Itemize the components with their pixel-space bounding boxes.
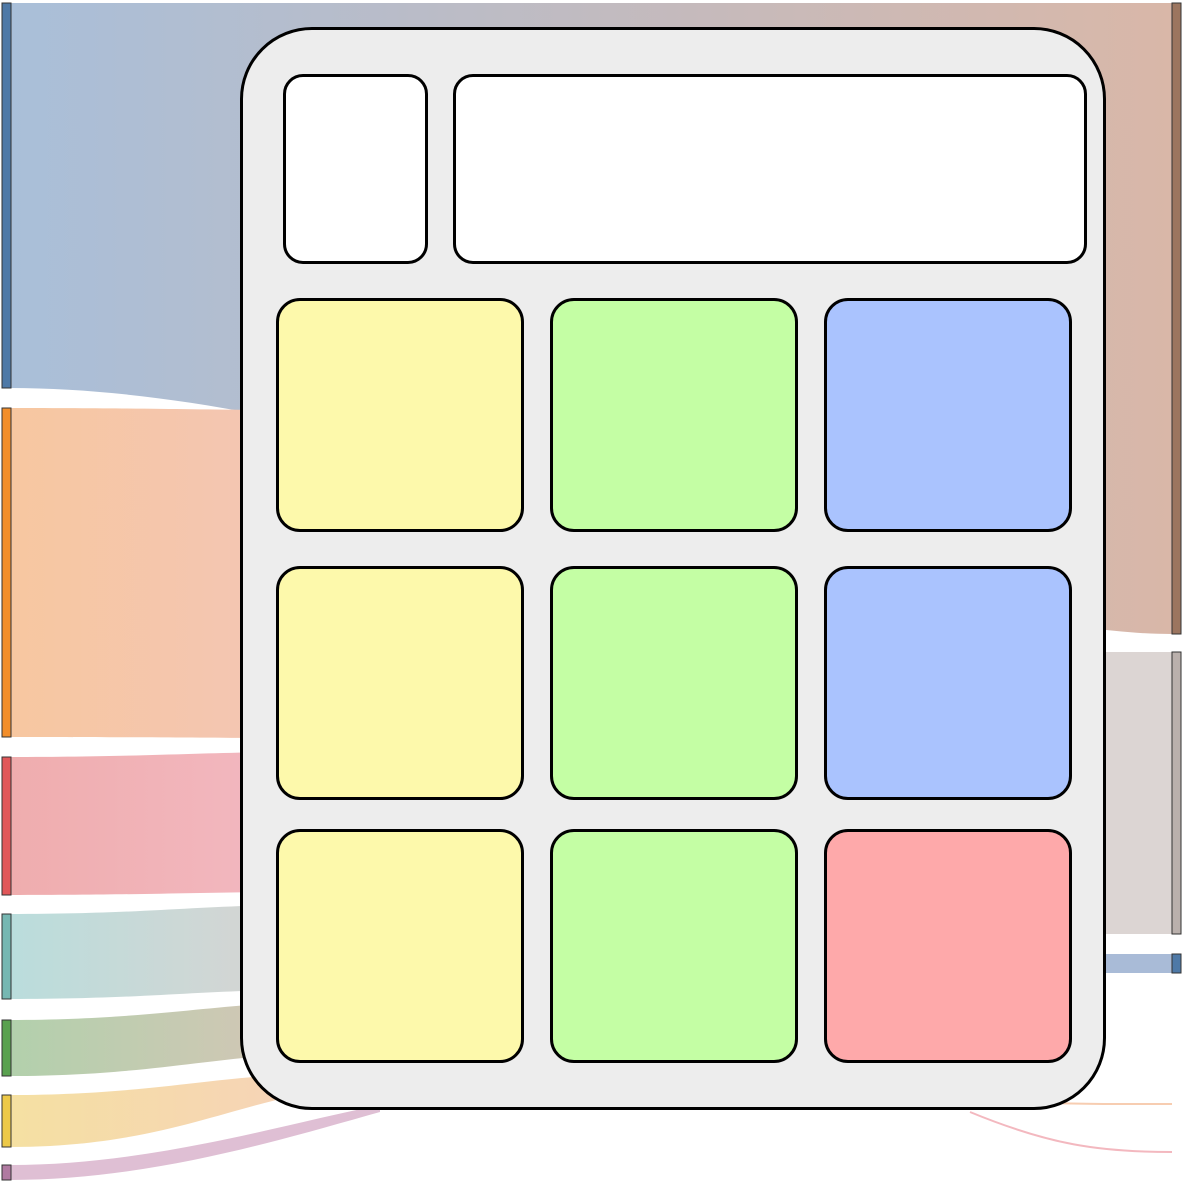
target-node-2 (1171, 651, 1182, 935)
flow-8 (1100, 652, 1172, 934)
source-node-7 (1, 1164, 12, 1181)
key-r1-c1 (276, 298, 524, 532)
key-r2-c2 (550, 566, 798, 800)
key-r3-c3 (824, 829, 1072, 1063)
key-r3-c1 (276, 829, 524, 1063)
key-r1-c3 (824, 298, 1072, 532)
source-node-4 (1, 913, 12, 1000)
source-node-2 (1, 407, 12, 738)
display-small-panel (283, 74, 428, 264)
source-node-3 (1, 756, 12, 896)
calculator-icon (240, 27, 1106, 1110)
source-node-1 (1, 2, 12, 389)
key-r1-c2 (550, 298, 798, 532)
flow-9 (1100, 954, 1172, 973)
key-r3-c2 (550, 829, 798, 1063)
display-main-panel (453, 74, 1087, 264)
source-node-6 (1, 1094, 12, 1148)
source-node-5 (1, 1019, 12, 1077)
key-r2-c1 (276, 566, 524, 800)
key-r2-c3 (824, 566, 1072, 800)
target-node-3 (1171, 953, 1182, 974)
target-node-1 (1171, 2, 1182, 635)
flow-11 (969, 1111, 1173, 1153)
